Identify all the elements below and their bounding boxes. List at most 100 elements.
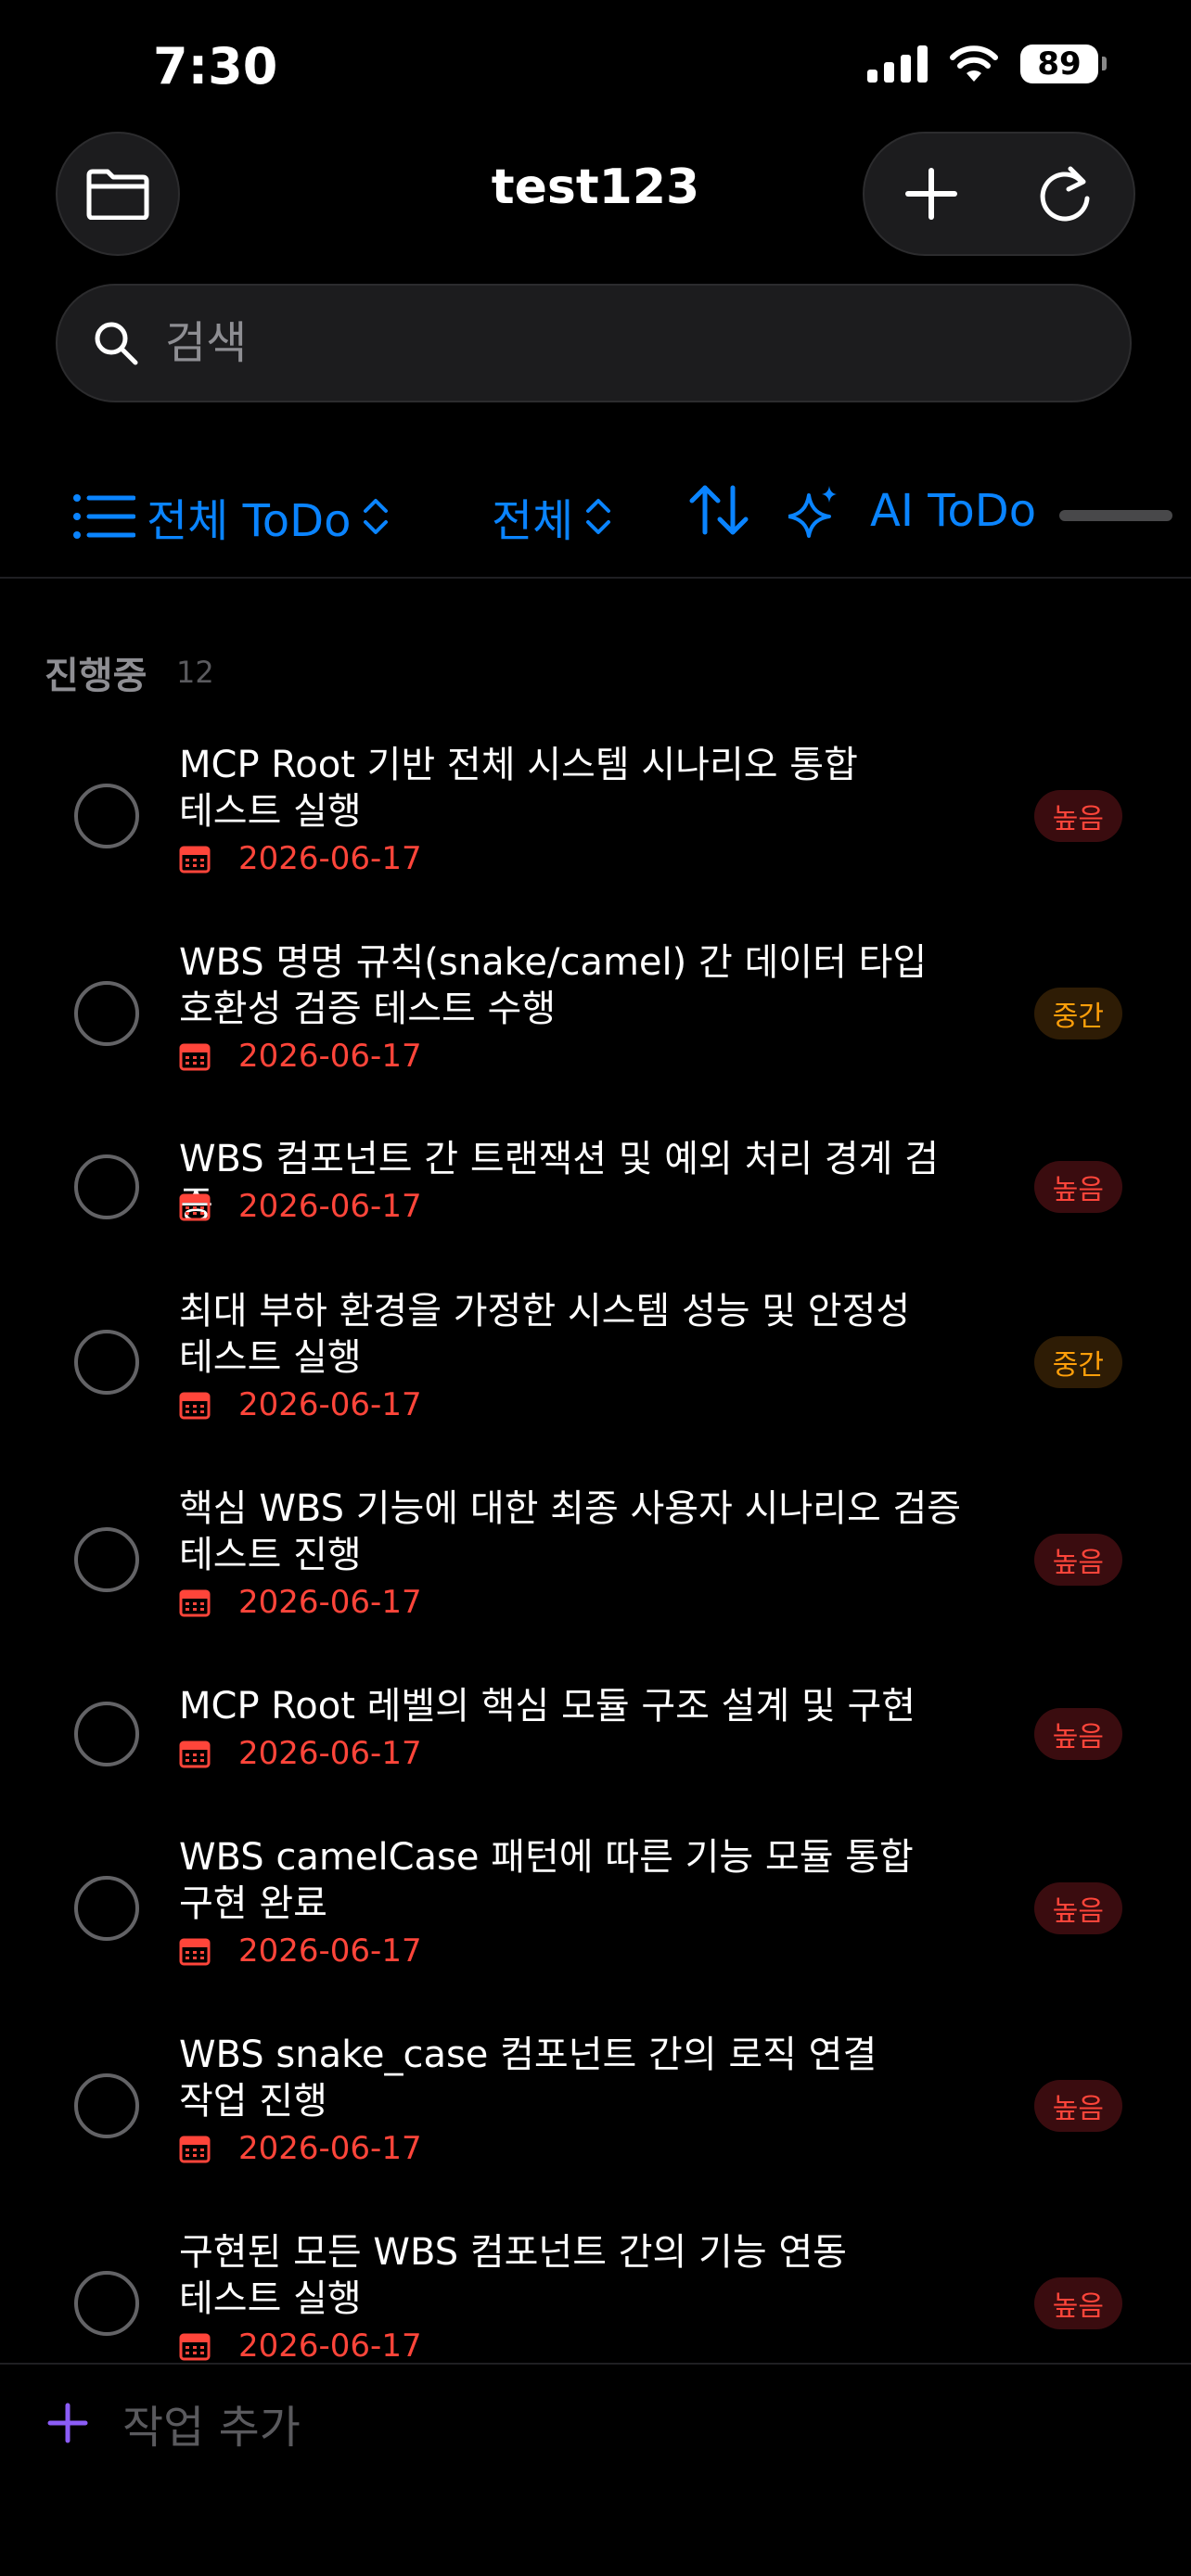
task-date: 2026-06-17 bbox=[238, 1038, 422, 1075]
search-input[interactable] bbox=[163, 316, 1002, 370]
sort-icon bbox=[689, 485, 749, 535]
task-checkbox[interactable] bbox=[74, 784, 139, 848]
task-title-line: 테스트 실행 bbox=[179, 790, 362, 833]
status-time: 7:30 bbox=[153, 37, 278, 96]
plus-icon bbox=[47, 2403, 88, 2443]
filter-bar: 전체 ToDo 전체 AI ToDo bbox=[0, 473, 1191, 556]
search-icon bbox=[95, 322, 138, 365]
task-checkbox[interactable] bbox=[74, 981, 139, 1046]
task-title: MCP Root 레벨의 핵심 모듈 구조 설계 및 구현 bbox=[179, 1683, 967, 1729]
task-title-line: WBS 명명 규칙(snake/camel) 간 데이터 타입 bbox=[179, 941, 928, 984]
ai-todo-button[interactable]: AI ToDo bbox=[788, 484, 1036, 538]
task-due-date: 2026-06-17 bbox=[179, 2130, 422, 2167]
task-title-line: 핵심 WBS 기능에 대한 최종 사용자 시나리오 검증 bbox=[179, 1487, 962, 1530]
task-checkbox[interactable] bbox=[74, 1330, 139, 1395]
calendar-icon bbox=[179, 1589, 211, 1617]
sort-button[interactable] bbox=[688, 484, 749, 536]
calendar-icon bbox=[179, 2333, 211, 2361]
add-task-label: 작업 추가 bbox=[122, 2402, 301, 2454]
task-due-date: 2026-06-17 bbox=[179, 1735, 422, 1772]
task-title-line: 최대 부하 환경을 가정한 시스템 성능 및 안정성 bbox=[179, 1290, 911, 1333]
task-date: 2026-06-17 bbox=[238, 2327, 422, 2365]
task-title: 최대 부하 환경을 가정한 시스템 성능 및 안정성 테스트 실행 bbox=[179, 1288, 967, 1381]
priority-badge: 높음 bbox=[1033, 1708, 1122, 1760]
chevron-updown-icon bbox=[364, 499, 389, 534]
task-title-line: WBS snake_case 컴포넌트 간의 로직 연결 bbox=[179, 2034, 877, 2076]
list-filter-label: 전체 ToDo bbox=[147, 495, 352, 547]
task-date: 2026-06-17 bbox=[238, 840, 422, 877]
priority-badge: 높음 bbox=[1033, 790, 1122, 842]
header-actions bbox=[863, 132, 1135, 256]
task-due-date: 2026-06-17 bbox=[179, 1386, 422, 1423]
list-icon bbox=[73, 494, 135, 539]
task-title-line: WBS camelCase 패턴에 따른 기능 모듈 통합 bbox=[179, 1836, 914, 1879]
task-checkbox[interactable] bbox=[74, 1527, 139, 1592]
task-date: 2026-06-17 bbox=[238, 2130, 422, 2167]
task-date: 2026-06-17 bbox=[238, 1932, 422, 1970]
cellular-signal-icon bbox=[867, 45, 928, 83]
priority-badge: 높음 bbox=[1033, 2080, 1122, 2132]
calendar-icon bbox=[179, 1043, 211, 1071]
priority-badge: 높음 bbox=[1033, 2277, 1122, 2329]
calendar-icon bbox=[179, 2136, 211, 2163]
priority-badge: 높음 bbox=[1033, 1534, 1122, 1586]
search-bar[interactable] bbox=[56, 284, 1132, 402]
task-title-line: 호환성 검증 테스트 수행 bbox=[179, 988, 557, 1030]
ai-todo-label: AI ToDo bbox=[870, 485, 1037, 537]
task-date: 2026-06-17 bbox=[238, 1386, 422, 1423]
task-title-line: 구현된 모든 WBS 컴포넌트 간의 기능 연동 bbox=[179, 2231, 847, 2274]
refresh-icon[interactable] bbox=[1037, 163, 1095, 224]
task-due-date: 2026-06-17 bbox=[179, 1932, 422, 1970]
task-title-line: 구현 완료 bbox=[179, 1882, 327, 1925]
priority-badge: 중간 bbox=[1033, 1336, 1122, 1388]
battery-tip bbox=[1102, 57, 1107, 70]
task-title-line: MCP Root 레벨의 핵심 모듈 구조 설계 및 구현 bbox=[179, 1685, 916, 1728]
task-date: 2026-06-17 bbox=[238, 1584, 422, 1621]
task-due-date: 2026-06-17 bbox=[179, 1188, 422, 1225]
task-checkbox[interactable] bbox=[74, 1702, 139, 1766]
task-due-date: 2026-06-17 bbox=[179, 840, 422, 877]
task-title-line: MCP Root 기반 전체 시스템 시나리오 통합 bbox=[179, 744, 858, 786]
task-date: 2026-06-17 bbox=[238, 1735, 422, 1772]
priority-badge: 높음 bbox=[1033, 1161, 1122, 1213]
task-title: MCP Root 기반 전체 시스템 시나리오 통합 테스트 실행 bbox=[179, 742, 967, 835]
status-icons: 89 bbox=[867, 45, 1107, 83]
task-title-line: 테스트 진행 bbox=[179, 1534, 362, 1576]
calendar-icon bbox=[179, 1938, 211, 1966]
task-due-date: 2026-06-17 bbox=[179, 1584, 422, 1621]
task-title: WBS camelCase 패턴에 따른 기능 모듈 통합 구현 완료 bbox=[179, 1834, 967, 1927]
task-title-line: 테스트 실행 bbox=[179, 2277, 362, 2320]
task-title: 구현된 모든 WBS 컴포넌트 간의 기능 연동 테스트 실행 bbox=[179, 2229, 967, 2322]
task-date: 2026-06-17 bbox=[238, 1188, 422, 1225]
task-title: WBS 명명 규칙(snake/camel) 간 데이터 타입 호환성 검증 테스… bbox=[179, 939, 967, 1032]
add-task-button[interactable]: 작업 추가 bbox=[46, 2391, 301, 2455]
task-checkbox[interactable] bbox=[74, 2271, 139, 2336]
add-icon[interactable] bbox=[904, 167, 958, 221]
priority-badge: 중간 bbox=[1033, 988, 1122, 1039]
calendar-icon bbox=[179, 1741, 211, 1768]
divider bbox=[0, 2363, 1191, 2365]
battery-level: 89 bbox=[1037, 45, 1082, 83]
scroll-indicator[interactable] bbox=[1059, 510, 1172, 521]
task-title: 핵심 WBS 기능에 대한 최종 사용자 시나리오 검증 테스트 진행 bbox=[179, 1486, 967, 1578]
list-filter[interactable]: 전체 ToDo bbox=[72, 484, 390, 549]
divider bbox=[0, 577, 1191, 579]
task-title: WBS snake_case 컴포넌트 간의 로직 연결 작업 진행 bbox=[179, 2032, 967, 2124]
calendar-icon bbox=[179, 846, 211, 874]
calendar-icon bbox=[179, 1392, 211, 1420]
task-title-line: 테스트 실행 bbox=[179, 1336, 362, 1379]
task-title-line: 작업 진행 bbox=[179, 2080, 327, 2123]
battery-indicator: 89 bbox=[1020, 45, 1107, 83]
sparkle-icon bbox=[788, 486, 837, 538]
calendar-icon bbox=[179, 1193, 211, 1221]
task-checkbox[interactable] bbox=[74, 1154, 139, 1219]
task-due-date: 2026-06-17 bbox=[179, 2327, 422, 2365]
priority-badge: 높음 bbox=[1033, 1882, 1122, 1934]
chevron-updown-icon bbox=[586, 499, 611, 534]
scope-filter[interactable]: 전체 bbox=[492, 484, 612, 549]
task-due-date: 2026-06-17 bbox=[179, 1038, 422, 1075]
wifi-icon bbox=[950, 45, 998, 82]
task-checkbox[interactable] bbox=[74, 1876, 139, 1941]
task-checkbox[interactable] bbox=[74, 2073, 139, 2138]
scope-filter-label: 전체 bbox=[492, 495, 574, 547]
